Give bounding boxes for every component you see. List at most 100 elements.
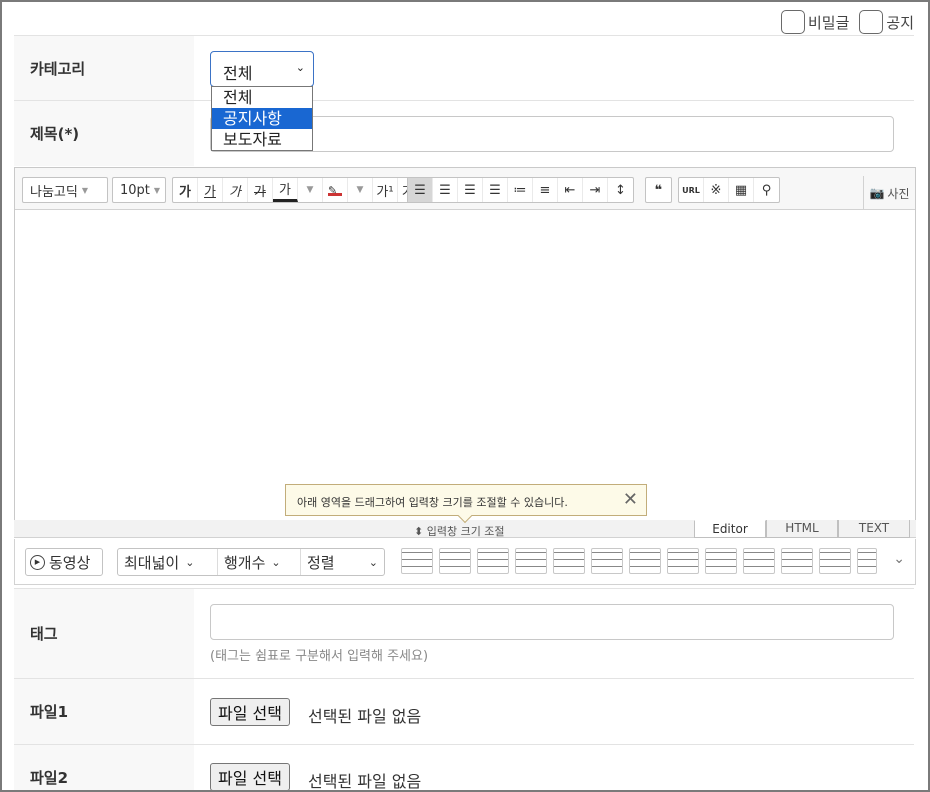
file1-choose-button[interactable]: 파일 선택 [210, 698, 290, 726]
title-row: 제목(*) [14, 100, 914, 166]
tag-row: 태그 (태그는 쉼표로 구분해서 입력해 주세요) [14, 588, 914, 678]
notice-option[interactable]: 공지 [859, 10, 914, 34]
quote-group: ❝ [645, 177, 672, 203]
tag-hint: (태그는 쉼표로 구분해서 입력해 주세요) [210, 649, 429, 664]
tag-input[interactable] [210, 604, 894, 640]
max-width-select[interactable]: 최대넓이 ⌄ [118, 549, 218, 575]
outdent-icon[interactable]: ⇤ [558, 178, 583, 202]
chevron-down-icon: ⌄ [185, 555, 195, 569]
close-icon[interactable]: ✕ [623, 489, 638, 510]
align-select[interactable]: 정렬 ⌄ [301, 549, 384, 575]
category-option-highlighted[interactable]: 공지사항 [212, 108, 312, 129]
file1-status: 선택된 파일 없음 [308, 707, 422, 726]
video-label: 동영상 [49, 553, 91, 572]
secret-checkbox[interactable] [780, 10, 805, 34]
unordered-list-icon[interactable]: ≡ [533, 178, 558, 202]
dropdown-arrow-icon[interactable]: ▼ [298, 178, 323, 202]
editor-toolbar: 나눔고딕▼ 10pt▼ 가 가 가 가 가 ▼ ✎ ▼ 가¹ 가₁ ☰ ☰ ☰ [15, 168, 915, 210]
tab-text[interactable]: TEXT [838, 520, 910, 538]
table-style-icon[interactable] [857, 548, 877, 574]
title-label: 제목(*) [14, 101, 194, 166]
link-button[interactable]: URL [679, 178, 704, 202]
tooltip-text: 아래 영역을 드래그하여 입력창 크기를 조절할 수 있습니다. [297, 496, 568, 509]
row-count-select[interactable]: 행개수 ⌄ [218, 549, 301, 575]
category-label: 카테고리 [14, 36, 194, 100]
dropdown-arrow-icon[interactable]: ▼ [348, 178, 373, 202]
table-style-icon[interactable] [705, 548, 737, 574]
table-style-icon[interactable] [591, 548, 623, 574]
font-color-button[interactable]: 가 [273, 178, 298, 202]
category-selected: 전체 [223, 64, 253, 83]
quote-icon[interactable]: ❝ [646, 178, 671, 202]
font-size-value: 10pt [120, 182, 150, 198]
camera-icon: 📷 [869, 186, 885, 200]
category-row: 카테고리 전체 ⌄ [14, 35, 914, 100]
table-style-icon[interactable] [477, 548, 509, 574]
resize-label: 입력창 크기 조절 [426, 525, 505, 538]
editor-mode-tabs: Editor HTML TEXT [694, 520, 910, 538]
tag-label: 태그 [14, 589, 194, 678]
file2-label: 파일2 [14, 745, 194, 790]
table-style-icon[interactable] [515, 548, 547, 574]
indent-icon[interactable]: ⇥ [583, 178, 608, 202]
align-center-icon[interactable]: ☰ [433, 178, 458, 202]
table-options-group: 최대넓이 ⌄ 행개수 ⌄ 정렬 ⌄ [117, 548, 385, 576]
font-family-select[interactable]: 나눔고딕 ▼ [22, 177, 108, 203]
ordered-list-icon[interactable]: ≔ [508, 178, 533, 202]
file-row-1: 파일1 파일 선택 선택된 파일 없음 [14, 678, 914, 744]
secret-option[interactable]: 비밀글 [780, 10, 850, 34]
bold-button[interactable]: 가 [173, 178, 198, 202]
category-select[interactable]: 전체 ⌄ [210, 51, 314, 87]
tab-html[interactable]: HTML [766, 520, 838, 538]
align-left-icon[interactable]: ☰ [408, 178, 433, 202]
table-style-icon[interactable] [781, 548, 813, 574]
font-size-select[interactable]: 10pt ▼ [112, 177, 166, 203]
dropdown-arrow-icon: ▼ [153, 185, 161, 195]
align-right-icon[interactable]: ☰ [458, 178, 483, 202]
post-options: 비밀글 공지 [780, 10, 914, 34]
photo-button[interactable]: 📷 사진 [863, 176, 915, 210]
file2-choose-button[interactable]: 파일 선택 [210, 763, 290, 790]
file1-value: 파일 선택 선택된 파일 없음 [194, 679, 914, 744]
font-family-value: 나눔고딕 [30, 184, 78, 200]
file1-label: 파일1 [14, 679, 194, 744]
special-char-icon[interactable]: ※ [704, 178, 729, 202]
text-format-group: 가 가 가 가 가 ▼ ✎ ▼ 가¹ 가₁ [172, 177, 424, 203]
resize-tooltip: 아래 영역을 드래그하여 입력창 크기를 조절할 수 있습니다. ✕ [285, 484, 647, 524]
chevron-down-icon: ⌄ [271, 555, 281, 569]
file2-value: 파일 선택 선택된 파일 없음 [194, 745, 914, 790]
resize-label-wrap: ⬍ 입력창 크기 조절 [414, 523, 505, 539]
search-icon[interactable]: ⚲ [754, 178, 779, 202]
table-style-icon[interactable] [743, 548, 775, 574]
notice-checkbox[interactable] [859, 10, 884, 34]
table-style-icon[interactable] [439, 548, 471, 574]
table-style-list [401, 548, 877, 574]
category-option[interactable]: 보도자료 [212, 129, 312, 150]
line-height-icon[interactable]: ↕ [608, 178, 633, 202]
tab-editor[interactable]: Editor [694, 520, 766, 538]
table-style-icon[interactable] [819, 548, 851, 574]
chevron-down-icon[interactable]: ⌄ [893, 551, 905, 567]
insert-group: URL ※ ▦ ⚲ [678, 177, 780, 203]
align-justify-icon[interactable]: ☰ [483, 178, 508, 202]
underline-button[interactable]: 가 [198, 178, 223, 202]
secret-label: 비밀글 [807, 13, 850, 32]
video-button[interactable]: ▶ 동영상 [25, 548, 103, 576]
table-style-icon[interactable] [401, 548, 433, 574]
italic-button[interactable]: 가 [223, 178, 248, 202]
file-row-2: 파일2 파일 선택 선택된 파일 없음 [14, 744, 914, 790]
form-window: 비밀글 공지 카테고리 전체 ⌄ 전체 공지사항 보도자료 제목(*) 나눔고딕… [0, 0, 930, 792]
highlight-color-button[interactable]: ✎ [323, 178, 348, 202]
table-style-icon[interactable] [553, 548, 585, 574]
table-style-icon[interactable] [667, 548, 699, 574]
table-style-icon[interactable] [629, 548, 661, 574]
strikethrough-button[interactable]: 가 [248, 178, 273, 202]
category-dropdown: 전체 공지사항 보도자료 [211, 86, 313, 151]
notice-label: 공지 [886, 13, 914, 32]
photo-label: 사진 [887, 186, 910, 201]
align-label: 정렬 [307, 553, 335, 572]
superscript-button[interactable]: 가¹ [373, 178, 398, 202]
table-icon[interactable]: ▦ [729, 178, 754, 202]
category-option[interactable]: 전체 [212, 87, 312, 108]
editor-content-area[interactable] [15, 210, 915, 520]
